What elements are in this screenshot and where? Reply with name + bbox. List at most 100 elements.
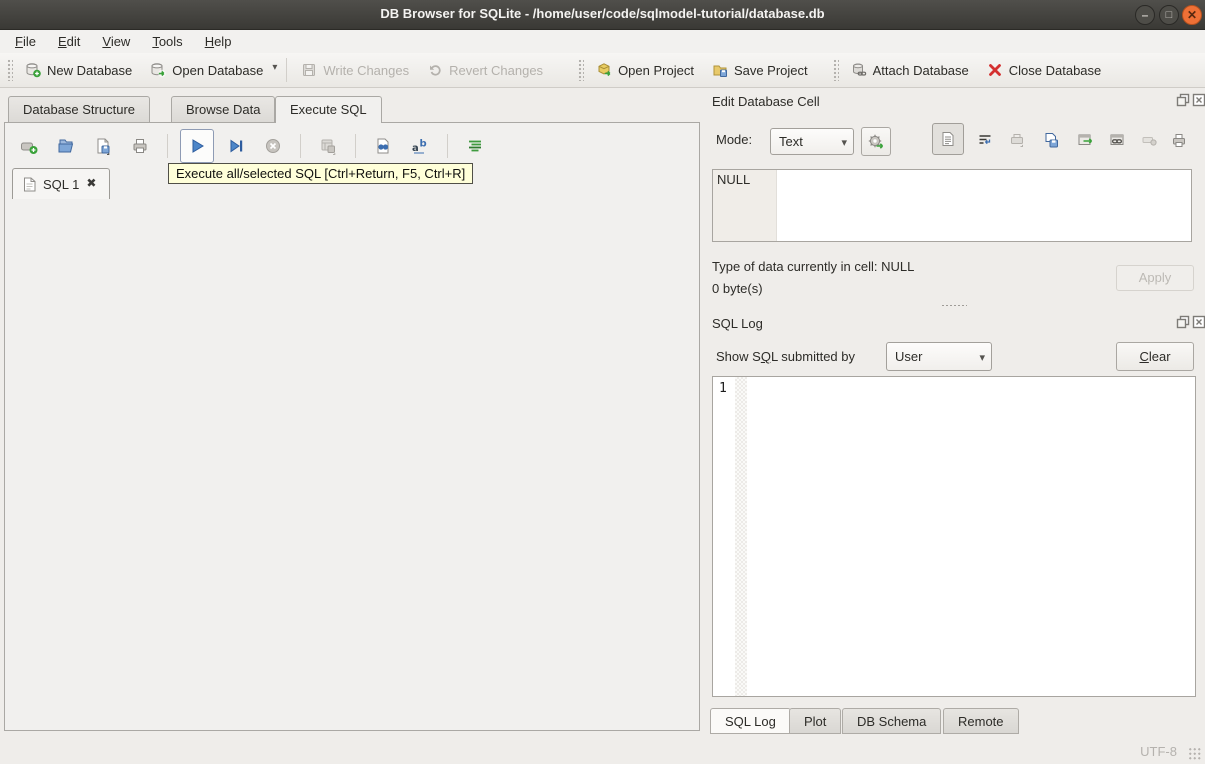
export-cell-data-button[interactable] (1072, 127, 1098, 153)
menu-tools[interactable]: Tools (141, 32, 193, 51)
open-database-button[interactable]: Open Database (141, 56, 272, 84)
encoding-indicator: UTF-8 (1140, 744, 1177, 759)
toolbar-separator (286, 58, 288, 82)
close-database-label: Close Database (1008, 62, 1102, 78)
dock-close-icon[interactable] (1192, 315, 1205, 329)
save-sql-file-button[interactable] (88, 131, 118, 161)
tab-browse-data[interactable]: Browse Data (171, 96, 276, 122)
statusbar: UTF-8 (0, 735, 1205, 764)
tab-remote[interactable]: Remote (943, 708, 1019, 734)
text-document-icon (942, 132, 954, 146)
tab-execute-sql[interactable]: Execute SQL (275, 96, 382, 123)
open-database-icon (150, 62, 167, 78)
sql-log-dock-title: SQL Log (712, 316, 763, 331)
dock-close-icon[interactable] (1192, 93, 1205, 107)
toolbar-separator (447, 134, 448, 158)
menu-edit[interactable]: Edit (47, 32, 91, 51)
open-project-label: Open Project (618, 62, 694, 78)
set-null-icon (1142, 137, 1157, 146)
chevron-down-icon (841, 134, 847, 149)
open-project-icon (596, 62, 612, 78)
format-sql-button[interactable] (460, 131, 490, 161)
menu-help[interactable]: Help (194, 32, 243, 51)
word-wrap-button[interactable] (972, 127, 998, 153)
text-mode-button[interactable] (932, 123, 964, 155)
sql-toolbar: ab (14, 129, 490, 163)
open-file-icon (57, 137, 75, 155)
play-icon (188, 137, 206, 155)
tab-db-schema[interactable]: DB Schema (842, 708, 942, 734)
close-window-icon[interactable] (1182, 5, 1202, 25)
find-button[interactable] (368, 131, 398, 161)
open-sql-new-tab-button[interactable] (14, 131, 44, 161)
open-project-button[interactable]: Open Project (587, 56, 703, 84)
svg-text:a: a (412, 143, 419, 154)
play-to-line-icon (227, 137, 245, 155)
import-cell-data-button[interactable] (1038, 127, 1064, 153)
toolbar-drag-handle[interactable] (832, 59, 839, 81)
word-wrap-icon (979, 135, 991, 145)
log-filter-value: User (895, 349, 923, 364)
execute-sql-button[interactable] (180, 129, 214, 163)
svg-text:b: b (420, 139, 427, 150)
close-tab-icon[interactable] (86, 176, 99, 191)
toolbar-drag-handle[interactable] (578, 59, 585, 81)
toolbar-separator (355, 134, 356, 158)
window-title: DB Browser for SQLite - /home/user/code/… (380, 6, 825, 21)
export-data-icon (1078, 134, 1093, 145)
dock-float-icon[interactable] (1176, 315, 1190, 329)
save-project-button[interactable]: Save Project (703, 56, 817, 84)
auto-switch-mode-button[interactable] (861, 127, 891, 156)
dock-float-icon[interactable] (1176, 93, 1190, 107)
document-icon (23, 177, 36, 192)
attach-database-button[interactable]: Attach Database (842, 56, 978, 84)
open-sql-file-button[interactable] (51, 131, 81, 161)
clear-log-button[interactable]: Clear (1116, 342, 1194, 371)
log-line-number: 1 (719, 381, 727, 396)
open-database-dropdown-icon[interactable] (272, 62, 281, 75)
close-database-icon (987, 62, 1003, 78)
dock-splitter[interactable] (712, 303, 1196, 307)
print-sql-button[interactable] (125, 131, 155, 161)
resize-grip[interactable] (1188, 747, 1202, 761)
minimize-icon[interactable] (1135, 5, 1155, 25)
revert-changes-label: Revert Changes (449, 62, 544, 78)
mode-select[interactable]: Text (770, 128, 854, 155)
toolbar-separator (167, 134, 168, 158)
format-lines-icon (466, 137, 484, 155)
log-filter-select[interactable]: User (886, 342, 992, 371)
write-changes-button: Write Changes (292, 56, 418, 84)
toolbar-separator (300, 134, 301, 158)
link-icon (1110, 134, 1124, 145)
stop-icon (264, 137, 282, 155)
stop-execution-button (258, 131, 288, 161)
tab-plot[interactable]: Plot (789, 708, 842, 734)
sql-log-view[interactable]: 1 (712, 376, 1196, 697)
new-database-label: New Database (47, 62, 133, 78)
mode-label: Mode: (716, 132, 753, 147)
save-project-icon (712, 62, 728, 78)
print-cell-button[interactable] (1166, 127, 1192, 153)
replace-button[interactable]: ab (405, 131, 435, 161)
revert-changes-button: Revert Changes (418, 56, 552, 84)
revert-changes-icon (427, 62, 443, 78)
menu-file[interactable]: File (4, 32, 47, 51)
tab-database-structure[interactable]: Database Structure (8, 96, 151, 122)
close-database-button[interactable]: Close Database (978, 56, 1111, 84)
mode-value: Text (779, 134, 803, 149)
main-toolbar: New Database Open Database Write Changes… (0, 53, 1205, 88)
maximize-icon[interactable] (1159, 5, 1179, 25)
menu-view[interactable]: View (91, 32, 141, 51)
splitter-dots (941, 304, 967, 307)
tab-sql-log[interactable]: SQL Log (710, 708, 791, 734)
open-file-disabled-icon (1011, 134, 1023, 147)
new-database-button[interactable]: New Database (16, 56, 141, 84)
edit-cell-dock-title: Edit Database Cell (712, 94, 820, 109)
open-url-button[interactable] (1104, 127, 1130, 153)
cell-value: NULL (717, 172, 751, 187)
save-results-icon (319, 137, 337, 155)
toolbar-drag-handle[interactable] (7, 59, 13, 81)
cell-editor[interactable]: NULL (712, 169, 1192, 242)
execute-current-line-button[interactable] (221, 131, 251, 161)
sql-file-tab[interactable]: SQL 1 (12, 168, 111, 199)
